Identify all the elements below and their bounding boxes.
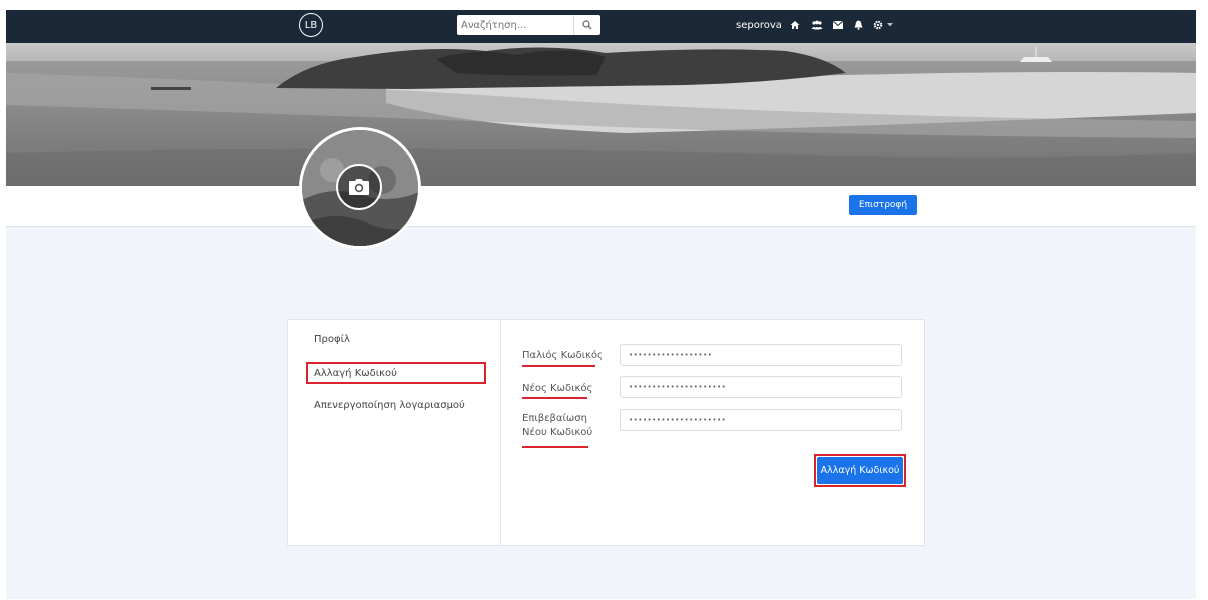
- confirm-password-label: Επιβεβαίωση Νέου Κωδικού: [522, 412, 592, 440]
- search-input[interactable]: [457, 15, 573, 35]
- sidebar-divider: [500, 320, 501, 545]
- settings-card: Προφίλ Αλλαγή Κωδικού Απενεργοποίηση λογ…: [287, 319, 925, 546]
- confirm-password-label-line2: Νέου Κωδικού: [522, 427, 593, 438]
- users-icon[interactable]: [809, 17, 825, 33]
- confirm-password-underline: [522, 446, 588, 448]
- top-navbar: LB seporova: [6, 10, 1196, 43]
- new-password-label: Νέος Κωδικός: [522, 383, 593, 394]
- search-box: [457, 15, 600, 35]
- old-password-input[interactable]: [620, 344, 902, 366]
- username-link[interactable]: seporova: [736, 20, 782, 31]
- sidebar-item-profile[interactable]: Προφίλ: [314, 334, 350, 345]
- search-button[interactable]: [573, 15, 600, 35]
- change-photo-button[interactable]: [336, 164, 382, 210]
- camera-icon: [349, 179, 369, 195]
- logo[interactable]: LB: [299, 13, 323, 37]
- old-password-underline: [522, 365, 595, 367]
- sidebar-item-deactivate-account[interactable]: Απενεργοποίηση λογαριασμού: [314, 400, 465, 411]
- confirm-password-input[interactable]: [620, 409, 902, 431]
- search-icon: [582, 20, 592, 30]
- profile-header-bar: [6, 186, 1196, 227]
- sidebar-item-change-password[interactable]: Αλλαγή Κωδικού: [306, 362, 486, 384]
- cover-photo: [6, 43, 1196, 186]
- old-password-label: Παλιός Κωδικός: [522, 350, 603, 361]
- change-password-button[interactable]: Αλλαγή Κωδικού: [817, 457, 903, 484]
- page: LB seporova: [6, 10, 1196, 599]
- confirm-password-label-line1: Επιβεβαίωση: [522, 413, 587, 424]
- envelope-icon[interactable]: [830, 17, 846, 33]
- new-password-input[interactable]: [620, 376, 902, 398]
- home-icon[interactable]: [787, 17, 803, 33]
- back-button[interactable]: Επιστροφή: [849, 195, 917, 215]
- new-password-underline: [522, 397, 587, 399]
- bell-icon[interactable]: [850, 17, 866, 33]
- caret-down-icon[interactable]: [882, 17, 898, 33]
